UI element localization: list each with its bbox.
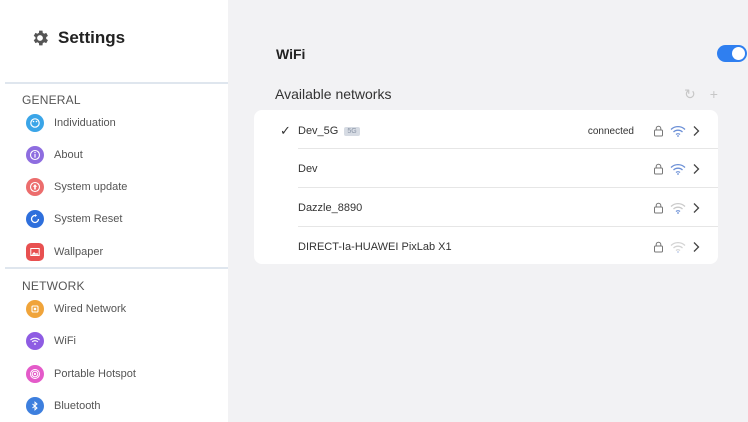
- network-name-text: DIRECT-Ia-HUAWEI PixLab X1: [298, 241, 452, 253]
- chevron-right-icon: [693, 203, 700, 213]
- sidebar-item-label: About: [54, 149, 83, 161]
- network-row-dev-5g[interactable]: ✓ Dev_5G 5G connected: [254, 112, 718, 150]
- sidebar: Settings GENERAL Individuation About Sys…: [0, 0, 228, 422]
- sidebar-item-wallpaper[interactable]: Wallpaper: [26, 241, 103, 263]
- band-tag: 5G: [344, 126, 360, 136]
- row-separator: [298, 226, 718, 227]
- toggle-knob: [732, 47, 745, 60]
- sidebar-item-individuation[interactable]: Individuation: [26, 112, 116, 134]
- network-name-text: Dev_5G: [298, 125, 339, 137]
- available-networks-title: Available networks: [275, 86, 392, 102]
- sidebar-item-label: Bluetooth: [54, 400, 101, 412]
- sidebar-item-system-reset[interactable]: System Reset: [26, 208, 122, 230]
- sidebar-item-label: Wallpaper: [54, 246, 104, 258]
- sidebar-divider: [5, 82, 228, 84]
- sidebar-item-system-update[interactable]: System update: [26, 176, 127, 198]
- wifi-icon: [26, 332, 44, 350]
- wallpaper-icon: [26, 243, 44, 261]
- sidebar-divider: [5, 267, 228, 269]
- network-icons: [653, 202, 700, 214]
- palette-icon: [26, 114, 44, 132]
- app-header: Settings: [30, 28, 125, 48]
- row-separator: [298, 187, 718, 188]
- info-icon: [26, 146, 44, 164]
- add-icon[interactable]: +: [710, 86, 718, 103]
- connection-status: connected: [587, 125, 634, 137]
- reset-icon: [26, 210, 44, 228]
- gear-icon: [33, 30, 48, 46]
- wifi-toggle[interactable]: [717, 45, 747, 62]
- network-icons: [653, 241, 700, 253]
- lock-icon: [654, 125, 663, 137]
- wifi-signal-icon: [670, 163, 686, 175]
- wifi-signal-icon: [670, 125, 686, 137]
- sidebar-item-wired-network[interactable]: Wired Network: [26, 298, 126, 320]
- section-heading-general: GENERAL: [22, 93, 81, 107]
- network-name: Dev: [298, 163, 318, 175]
- sidebar-item-label: Individuation: [54, 117, 116, 129]
- sidebar-item-wifi[interactable]: WiFi: [26, 330, 76, 352]
- network-name: Dazzle_8890: [298, 202, 362, 214]
- sidebar-item-label: WiFi: [54, 335, 76, 347]
- check-icon: ✓: [280, 123, 291, 138]
- wired-network-icon: [26, 300, 44, 318]
- lock-icon: [654, 163, 663, 175]
- chevron-right-icon: [693, 242, 700, 252]
- main-panel: WiFi Available networks ↻ + ✓ Dev_5G 5G …: [228, 0, 748, 422]
- row-separator: [298, 148, 718, 149]
- sidebar-item-about[interactable]: About: [26, 144, 83, 166]
- sidebar-item-label: Wired Network: [54, 303, 127, 315]
- bluetooth-icon: [26, 397, 44, 415]
- network-icons: [653, 125, 700, 137]
- network-row-dazzle[interactable]: Dazzle_8890: [254, 189, 718, 227]
- sidebar-item-label: System Reset: [54, 213, 123, 225]
- refresh-icon[interactable]: ↻: [684, 86, 696, 103]
- sidebar-item-label: Portable Hotspot: [54, 368, 136, 380]
- sidebar-item-portable-hotspot[interactable]: Portable Hotspot: [26, 363, 136, 385]
- network-name-text: Dev: [298, 163, 318, 175]
- wifi-title: WiFi: [276, 46, 306, 62]
- hotspot-icon: [26, 365, 44, 383]
- network-name: DIRECT-Ia-HUAWEI PixLab X1: [298, 241, 452, 253]
- network-row-direct-huawei[interactable]: DIRECT-Ia-HUAWEI PixLab X1: [254, 228, 718, 266]
- chevron-right-icon: [693, 126, 700, 136]
- network-name-text: Dazzle_8890: [298, 202, 363, 214]
- sidebar-item-bluetooth[interactable]: Bluetooth: [26, 395, 100, 417]
- section-heading-network: NETWORK: [22, 279, 85, 293]
- chevron-right-icon: [693, 164, 700, 174]
- sidebar-item-label: System update: [54, 181, 128, 193]
- wifi-signal-icon: [670, 241, 686, 253]
- network-row-dev[interactable]: Dev: [254, 150, 718, 188]
- network-name: Dev_5G 5G: [298, 125, 360, 137]
- network-icons: [653, 163, 700, 175]
- network-list: ✓ Dev_5G 5G connected Dev Dazzle_8890 DI…: [254, 110, 718, 264]
- wifi-signal-icon: [670, 202, 686, 214]
- update-icon: [26, 178, 44, 196]
- lock-icon: [654, 202, 663, 214]
- lock-icon: [654, 241, 663, 253]
- network-actions: ↻ +: [684, 86, 718, 103]
- app-title: Settings: [58, 28, 126, 47]
